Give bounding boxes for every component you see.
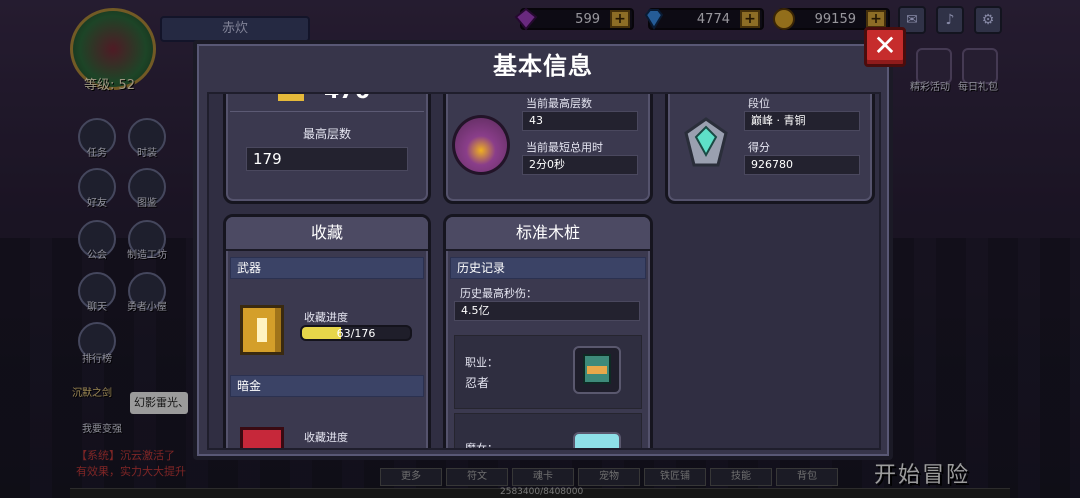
dummy-title: 标准木桩: [446, 217, 650, 251]
darkgold-book-icon: [240, 427, 284, 448]
weapons-section: 武器: [230, 257, 424, 279]
crown-icon: [278, 94, 304, 101]
close-button[interactable]: ✕: [864, 27, 906, 67]
weapons-progress-bar: 63/176: [300, 325, 412, 341]
ninja-avatar: [573, 346, 621, 394]
divider: [230, 111, 424, 112]
modal-header: 基本信息: [197, 44, 889, 88]
shortest-time-value: 2分0秒: [522, 155, 638, 175]
current-max-floor-label: 当前最高层数: [526, 97, 592, 110]
tier-value: 巅峰 · 青铜: [744, 111, 860, 131]
class-row: 职业： 忍者: [454, 335, 642, 409]
weapons-progress-label: 收藏进度: [304, 311, 348, 324]
weapons-progress-text: 63/176: [336, 327, 376, 340]
training-dummy-card: 标准木桩 历史记录 历史最高秒伤： 4.5亿 职业： 忍者 魔女：: [443, 214, 653, 450]
rank-card: 段位 巅峰 · 青铜 得分 926780: [665, 94, 875, 204]
tower-card: 476 最高层数 179: [223, 94, 431, 204]
history-section: 历史记录: [450, 257, 646, 279]
tower-top-value: 476: [324, 94, 370, 104]
modal-title: 基本信息: [493, 52, 593, 80]
class-label: 职业：: [465, 356, 498, 369]
collection-title: 收藏: [226, 217, 428, 251]
shortest-time-label: 当前最短总用时: [526, 141, 603, 154]
darkgold-progress-label: 收藏进度: [304, 431, 348, 444]
weapon-book-icon: [240, 305, 284, 355]
max-floor-value: 179: [246, 147, 408, 171]
max-dps-label: 历史最高秒伤：: [460, 287, 537, 300]
current-max-floor-value: 43: [522, 111, 638, 131]
witch-row: 魔女：: [454, 413, 642, 450]
dungeon-card: 当前最高层数 43 当前最短总用时 2分0秒: [443, 94, 653, 204]
score-label: 得分: [748, 141, 770, 154]
witch-avatar: [573, 432, 621, 448]
witch-label: 魔女：: [465, 442, 498, 450]
max-floor-label: 最高层数: [302, 127, 351, 141]
portal-icon: [452, 115, 510, 175]
max-dps-value: 4.5亿: [454, 301, 640, 321]
tier-label: 段位: [748, 97, 770, 110]
basic-info-modal: 基本信息 476 最高层数 179 当前最高层数 43 当前最短总用时 2分0秒…: [193, 40, 893, 460]
bronze-peak-rank-icon: [684, 117, 728, 167]
score-value: 926780: [744, 155, 860, 175]
modal-content[interactable]: 476 最高层数 179 当前最高层数 43 当前最短总用时 2分0秒 段位 巅…: [207, 92, 881, 450]
class-value: 忍者: [465, 376, 490, 390]
darkgold-section: 暗金: [230, 375, 424, 397]
collection-card: 收藏 武器 收藏进度 63/176 暗金 收藏进度: [223, 214, 431, 448]
